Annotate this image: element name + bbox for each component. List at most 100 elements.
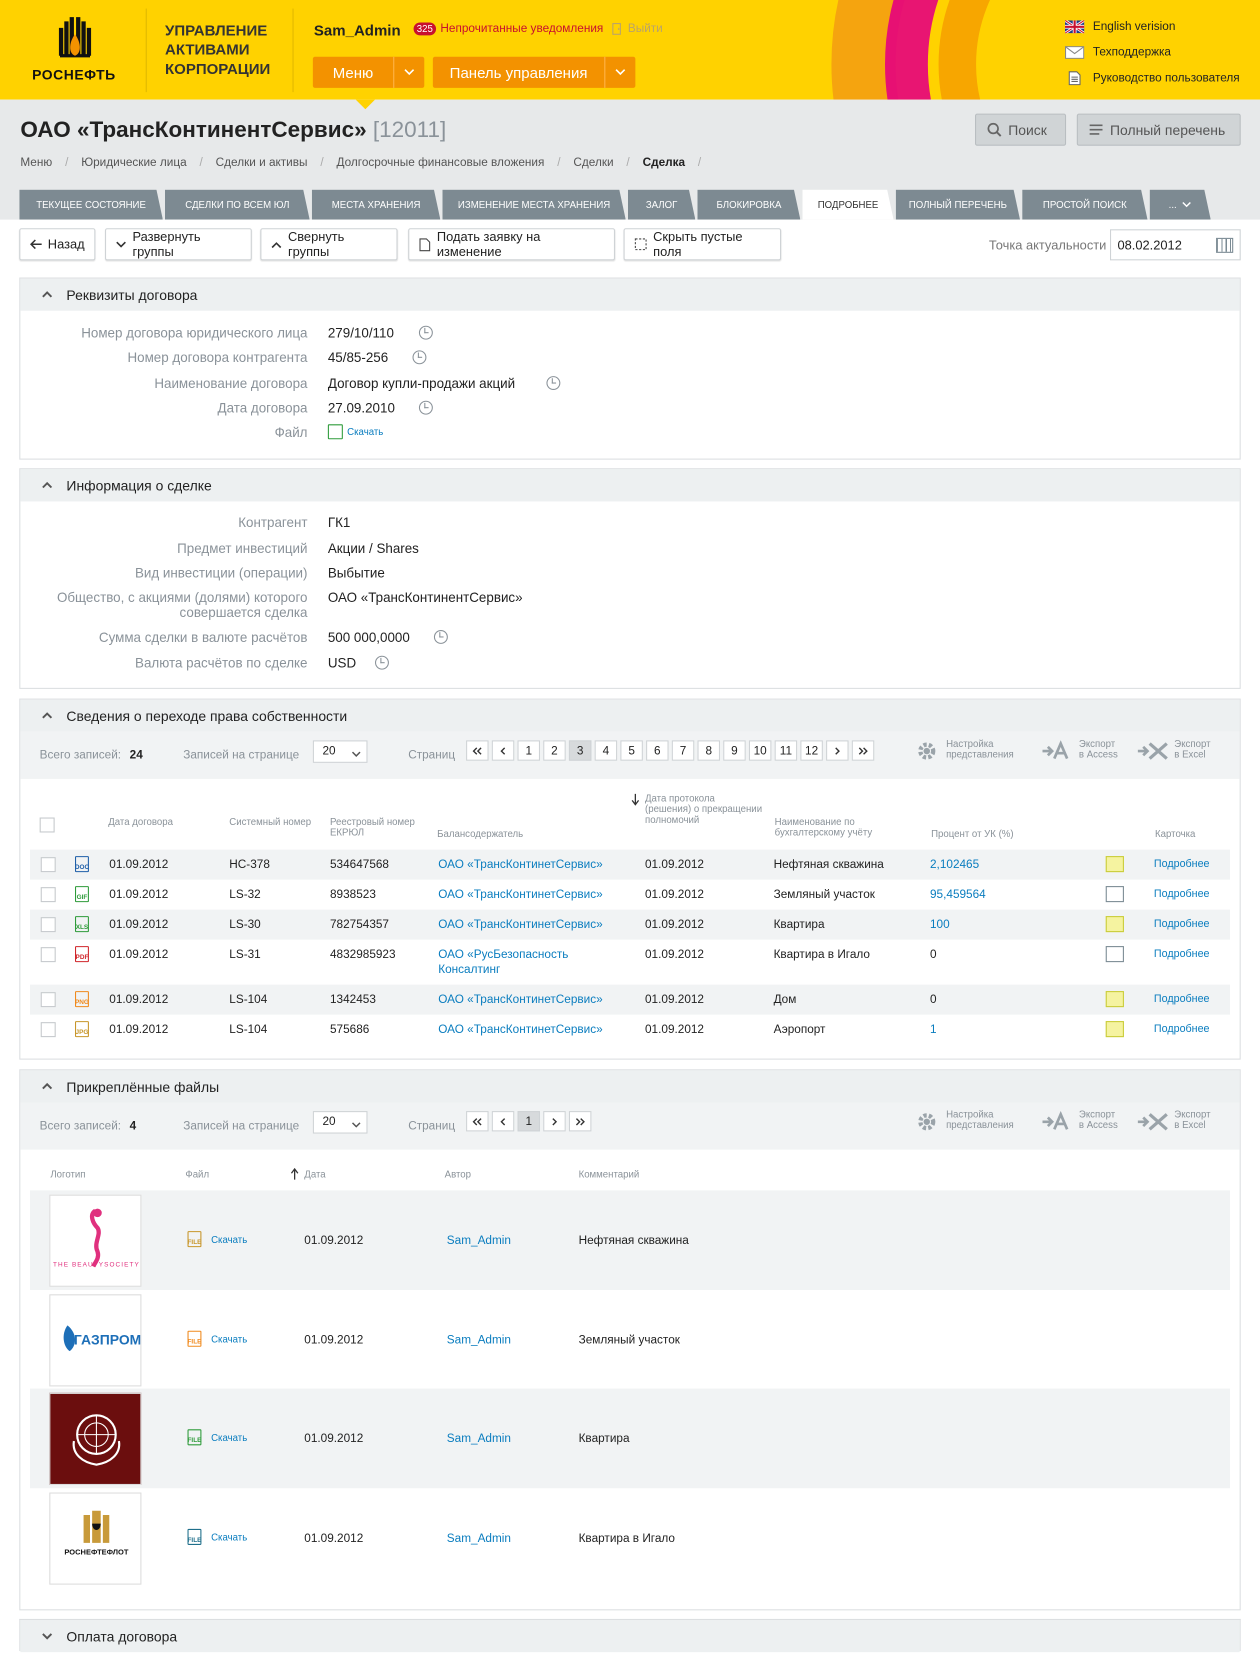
png-file-icon[interactable]: PNG: [75, 991, 89, 1008]
column-header[interactable]: Реестровый номер ЕКРЮЛ: [330, 816, 426, 837]
author-link[interactable]: Sam_Admin: [447, 1334, 511, 1347]
doc-file-icon[interactable]: DOC: [75, 856, 89, 873]
card-icon[interactable]: [1105, 856, 1124, 873]
download-link[interactable]: Скачать: [211, 1234, 247, 1245]
breadcrumb-item[interactable]: Сделки: [573, 156, 613, 169]
balance-holder-link[interactable]: ОАО «ТрансКонтинетСервис»: [438, 1023, 602, 1036]
rfl-logo[interactable]: РОСНЕФТЕФЛОТ: [49, 1492, 142, 1585]
history-clock-icon[interactable]: [418, 325, 433, 340]
column-header[interactable]: Дата протокола (решения) о прекращении п…: [645, 793, 763, 825]
user-guide-link[interactable]: Руководство пользователя: [1065, 65, 1240, 91]
page-number[interactable]: 10: [748, 740, 772, 761]
page-number[interactable]: 1: [517, 1111, 541, 1132]
export-excel-button[interactable]: Экспорт в Excel: [1137, 1109, 1255, 1135]
column-header[interactable]: Дата: [304, 1169, 325, 1180]
history-clock-icon[interactable]: [375, 655, 389, 670]
english-version-link[interactable]: English verision: [1065, 14, 1240, 40]
balance-holder-link[interactable]: ОАО «ТрансКонтинетСервис»: [438, 993, 602, 1006]
details-link[interactable]: Подробнее: [1154, 918, 1210, 930]
author-link[interactable]: Sam_Admin: [447, 1234, 511, 1247]
sort-desc-icon[interactable]: [631, 793, 640, 809]
notifications-link[interactable]: 325 Непрочитанные уведомления: [413, 22, 603, 36]
balance-holder-link[interactable]: ОАО «ТрансКонтинетСервис»: [438, 888, 602, 901]
collapse-groups-button[interactable]: Свернуть группы: [260, 228, 398, 261]
author-link[interactable]: Sam_Admin: [447, 1532, 511, 1545]
control-panel-button[interactable]: Панель управления: [432, 56, 636, 88]
page-number[interactable]: 11: [774, 740, 798, 761]
tab-current-state[interactable]: ТЕКУЩЕЕ СОСТОЯНИЕ: [19, 190, 163, 220]
tab-full-list[interactable]: ПОЛНЫЙ ПЕРЕЧЕНЬ: [896, 190, 1020, 220]
file-icon[interactable]: FILE: [187, 1429, 202, 1446]
map-card-icon[interactable]: [1105, 886, 1124, 903]
file-icon[interactable]: FILE: [187, 1330, 202, 1347]
author-link[interactable]: Sam_Admin: [447, 1433, 511, 1446]
page-number[interactable]: 12: [800, 740, 823, 761]
column-header[interactable]: Балансодержатель: [437, 828, 587, 839]
last-page-button[interactable]: [851, 740, 875, 761]
page-number[interactable]: 3: [568, 740, 592, 761]
tab-more[interactable]: ...: [1150, 190, 1211, 220]
details-link[interactable]: Подробнее: [1154, 858, 1210, 870]
share-percent[interactable]: 100: [930, 918, 950, 931]
chevron-down-icon[interactable]: [605, 57, 635, 88]
column-header[interactable]: Процент от УК (%): [931, 828, 1049, 839]
gazprom-logo[interactable]: ГАЗПРОМ: [49, 1294, 142, 1387]
username[interactable]: Sam_Admin: [314, 21, 401, 38]
page-number[interactable]: 4: [594, 740, 618, 761]
file-icon[interactable]: FILE: [187, 1528, 202, 1546]
full-list-button[interactable]: Полный перечень: [1076, 113, 1241, 146]
tab-deals-all[interactable]: СДЕЛКИ ПО ВСЕМ ЮЛ: [165, 190, 310, 220]
column-header[interactable]: Дата договора: [108, 816, 204, 827]
column-header[interactable]: Комментарий: [579, 1169, 640, 1180]
balance-holder-link[interactable]: ОАО «ТрансКонтинетСервис»: [438, 918, 602, 931]
logout-link[interactable]: Выйти: [612, 23, 663, 35]
download-link[interactable]: Скачать: [211, 1433, 247, 1444]
row-checkbox[interactable]: [40, 887, 56, 903]
history-clock-icon[interactable]: [433, 630, 448, 644]
balance-holder-link[interactable]: ОАО «ТрансКонтинетСервис»: [438, 858, 602, 871]
page-number[interactable]: 8: [697, 740, 721, 761]
rosneft-logo[interactable]: РОСНЕФТЬ: [15, 11, 133, 88]
map-card-icon[interactable]: [1105, 946, 1124, 963]
column-header[interactable]: Файл: [185, 1169, 209, 1180]
per-page-select[interactable]: 20: [312, 1111, 368, 1134]
panel-header[interactable]: Сведения о переходе права собственности: [20, 699, 1240, 732]
share-percent[interactable]: 95,459564: [930, 888, 986, 901]
gif-file-icon[interactable]: GIF: [75, 886, 89, 903]
jpg-file-icon[interactable]: JPG: [75, 1021, 89, 1038]
balance-holder-link[interactable]: ОАО «РусБезопасность: [438, 948, 568, 961]
select-all-checkbox[interactable]: [39, 817, 55, 833]
card-icon[interactable]: [1105, 916, 1124, 933]
tab-storage-change[interactable]: ИЗМЕНЕНИЕ МЕСТА ХРАНЕНИЯ: [443, 190, 626, 220]
view-settings-button[interactable]: Настройка представления: [916, 738, 1034, 764]
search-button[interactable]: Поиск: [975, 113, 1067, 146]
details-link[interactable]: Подробнее: [1154, 993, 1210, 1005]
column-header[interactable]: Наименование по бухгалтерскому учёту: [775, 816, 904, 837]
column-header[interactable]: Карточка: [1155, 828, 1219, 839]
last-page-button[interactable]: [568, 1111, 592, 1132]
row-checkbox[interactable]: [40, 947, 56, 963]
page-number[interactable]: 1: [517, 740, 541, 761]
breadcrumb-item[interactable]: Юридические лица: [81, 156, 186, 169]
download-link[interactable]: Скачать: [211, 1334, 247, 1345]
panel-header[interactable]: Реквизиты договора: [20, 278, 1240, 311]
breadcrumb-item[interactable]: Меню: [20, 156, 52, 169]
breadcrumb-item[interactable]: Долгосрочные финансовые вложения: [336, 156, 544, 169]
column-header[interactable]: Автор: [445, 1169, 471, 1180]
pdf-file-icon[interactable]: PDF: [75, 946, 89, 963]
row-checkbox[interactable]: [40, 857, 56, 873]
xls-file-icon[interactable]: XLS: [75, 916, 89, 933]
details-link[interactable]: Подробнее: [1154, 1023, 1210, 1035]
actuality-date-input[interactable]: 08.02.2012: [1110, 229, 1241, 261]
view-settings-button[interactable]: Настройка представления: [916, 1109, 1034, 1135]
hide-empty-fields-button[interactable]: Скрыть пустые поля: [623, 228, 782, 261]
panel-header[interactable]: Прикреплённые файлы: [20, 1070, 1240, 1103]
card-icon[interactable]: [1105, 991, 1124, 1008]
panel-header[interactable]: Оплата договора: [20, 1620, 1240, 1653]
next-page-button[interactable]: [826, 740, 849, 761]
download-link[interactable]: Скачать: [211, 1532, 247, 1543]
row-checkbox[interactable]: [40, 1022, 56, 1038]
per-page-select[interactable]: 20: [312, 740, 368, 763]
calendar-icon[interactable]: [1216, 237, 1234, 253]
tab-details[interactable]: ПОДРОБНЕЕ: [803, 190, 894, 220]
